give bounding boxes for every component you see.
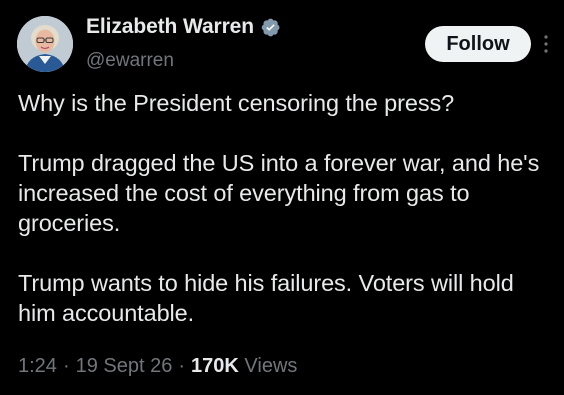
meta-separator: · <box>62 355 70 377</box>
more-vertical-icon[interactable] <box>542 33 550 55</box>
tweet-paragraph: Trump wants to hide his failures. Voters… <box>18 270 514 326</box>
author-name-row: Elizabeth Warren <box>86 15 281 39</box>
verified-badge-icon[interactable] <box>260 17 281 38</box>
tweet-paragraph: Why is the President censoring the press… <box>18 90 455 116</box>
tweet-date[interactable]: 19 Sept 26 <box>76 355 173 377</box>
avatar[interactable] <box>17 16 73 72</box>
tweet-card: Elizabeth Warren @ewarren Follow Why is … <box>0 0 564 395</box>
tweet-paragraph: Trump dragged the US into a forever war,… <box>18 150 540 236</box>
author-display-name[interactable]: Elizabeth Warren <box>86 15 254 39</box>
follow-button[interactable]: Follow <box>425 26 531 62</box>
tweet-time[interactable]: 1:24 <box>18 355 57 377</box>
author-handle[interactable]: @ewarren <box>86 50 174 72</box>
tweet-text: Why is the President censoring the press… <box>18 88 554 328</box>
views-count[interactable]: 170K <box>191 355 239 377</box>
tweet-meta: 1:24 · 19 Sept 26 · 170K Views <box>18 355 297 378</box>
meta-separator: · <box>178 355 186 377</box>
views-label: Views <box>244 355 298 377</box>
profile-photo <box>17 16 73 72</box>
